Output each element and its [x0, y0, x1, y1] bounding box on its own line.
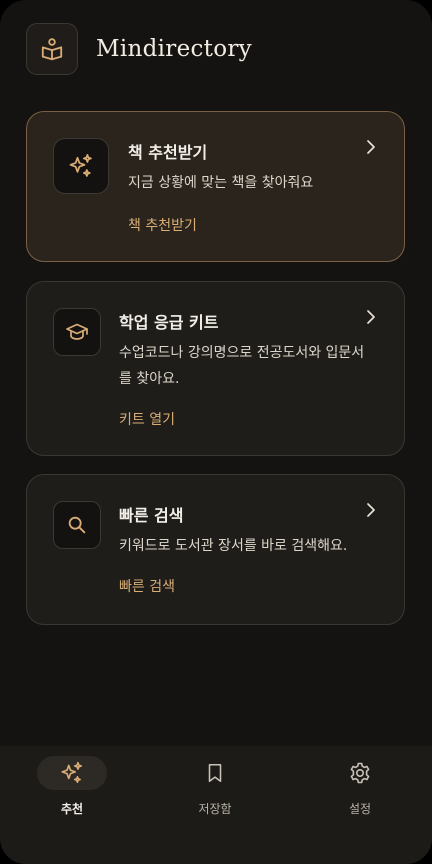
tab-settings[interactable]: 설정 — [288, 746, 432, 836]
app-title: Mindirectory — [96, 36, 252, 62]
bookmark-icon — [208, 763, 222, 783]
app-logo — [26, 23, 78, 75]
recommend-card[interactable]: 책 추천받기 지금 상황에 맞는 책을 찾아줘요 책 추천받기 — [26, 111, 405, 262]
quick-search-card-title: 빠른 검색 — [119, 506, 184, 525]
gear-icon — [350, 762, 370, 784]
tab-settings-label: 설정 — [348, 802, 372, 816]
tab-active-indicator — [37, 756, 107, 790]
recommend-card-link[interactable]: 책 추천받기 — [128, 215, 197, 235]
bottom-tab-bar: 추천 저장함 설정 — [0, 746, 432, 864]
chevron-right-icon — [367, 140, 375, 154]
recommend-card-title: 책 추천받기 — [128, 143, 208, 162]
study-kit-card-link[interactable]: 키트 열기 — [119, 409, 175, 429]
recommend-card-description: 지금 상황에 맞는 책을 찾아줘요 — [128, 175, 314, 191]
study-kit-card-description: 수업코드나 강의명으로 전공도서와 입문서를 찾아요. — [119, 345, 365, 387]
app-header: Mindirectory — [26, 23, 252, 75]
tab-saved[interactable]: 저장함 — [143, 746, 287, 836]
recommend-card-icon-box — [53, 138, 109, 194]
graduation-cap-icon — [66, 323, 88, 340]
chevron-right-icon — [367, 310, 375, 324]
chevron-right-icon — [367, 503, 375, 517]
app-screen: Mindirectory 책 추천받기 지금 상황에 맞는 책을 찾아줘요 책 … — [0, 0, 432, 864]
quick-search-card-description: 키워드로 도서관 장서를 바로 검색해요. — [119, 538, 348, 554]
tab-saved-label: 저장함 — [198, 802, 232, 816]
sparkles-icon — [61, 761, 83, 784]
book-user-icon — [41, 38, 63, 61]
study-kit-card-title: 학업 응급 키트 — [119, 313, 219, 332]
quick-search-card-icon-box — [53, 501, 101, 549]
quick-search-card-link[interactable]: 빠른 검색 — [119, 576, 175, 596]
study-kit-card[interactable]: 학업 응급 키트 수업코드나 강의명으로 전공도서와 입문서를 찾아요. 키트 … — [26, 281, 405, 456]
search-icon — [68, 516, 86, 534]
tab-recommend-label: 추천 — [60, 802, 84, 816]
quick-search-card[interactable]: 빠른 검색 키워드로 도서관 장서를 바로 검색해요. 빠른 검색 — [26, 474, 405, 625]
study-kit-card-icon-box — [53, 308, 101, 356]
tab-recommend[interactable]: 추천 — [0, 746, 144, 836]
sparkles-icon — [69, 154, 92, 177]
